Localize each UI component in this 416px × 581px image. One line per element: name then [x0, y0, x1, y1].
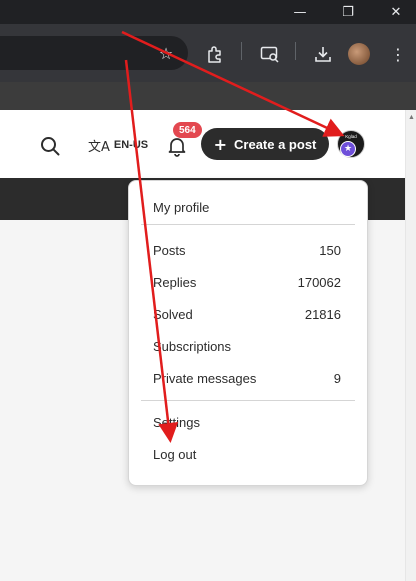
menu-item-log-out[interactable]: Log out: [129, 440, 367, 468]
menu-item-count: 150: [319, 242, 341, 258]
menu-item-label: Private messages: [153, 370, 257, 386]
menu-item-posts[interactable]: Posts 150: [129, 236, 367, 264]
bookmarks-bar: [0, 82, 416, 110]
menu-item-replies[interactable]: Replies 170062: [129, 268, 367, 296]
search-icon[interactable]: [38, 134, 62, 158]
menu-divider: [141, 224, 355, 225]
menu-item-count: 9: [333, 370, 341, 386]
menu-item-label: My profile: [153, 199, 210, 215]
toolbar-divider: [241, 42, 242, 60]
star-icon[interactable]: ☆: [155, 42, 177, 64]
language-label: EN-US: [113, 139, 149, 151]
profile-dropdown-menu: My profile Posts 150 Replies 170062 Solv…: [128, 180, 368, 486]
translate-icon: 文A: [88, 139, 110, 155]
toolbar-divider: [295, 42, 296, 60]
extensions-icon[interactable]: [203, 42, 227, 66]
close-window-button[interactable]: ✕: [376, 0, 416, 24]
user-avatar-text: Kglad: [345, 134, 357, 139]
minimize-button[interactable]: —: [280, 0, 320, 24]
rank-star-icon: ★: [340, 141, 356, 157]
menu-item-private-messages[interactable]: Private messages 9: [129, 364, 367, 392]
kebab-menu-icon[interactable]: ⋮: [388, 42, 408, 66]
menu-item-solved[interactable]: Solved 21816: [129, 300, 367, 328]
plus-icon: +: [213, 134, 228, 154]
menu-item-label: Posts: [153, 242, 186, 258]
page-scrollbar[interactable]: ▲: [405, 110, 416, 581]
menu-item-settings[interactable]: Settings: [129, 408, 367, 436]
menu-item-label: Subscriptions: [153, 338, 232, 354]
language-selector[interactable]: 文A EN-US: [88, 134, 148, 156]
browser-profile-avatar[interactable]: [348, 43, 370, 65]
scroll-up-arrow-icon[interactable]: ▲: [406, 114, 416, 121]
create-post-button[interactable]: + Create a post: [201, 128, 329, 160]
menu-item-label: Replies: [153, 274, 197, 290]
menu-item-label: Solved: [153, 306, 193, 322]
reading-mode-icon[interactable]: [258, 42, 282, 66]
menu-item-label: Settings: [153, 414, 200, 430]
download-icon[interactable]: [311, 42, 335, 66]
menu-item-my-profile[interactable]: My profile: [129, 193, 367, 221]
menu-divider: [141, 400, 355, 401]
browser-title-bar: — ❐ ✕: [0, 0, 416, 24]
menu-item-label: Log out: [153, 446, 197, 462]
menu-item-count: 21816: [304, 306, 341, 322]
menu-item-subscriptions[interactable]: Subscriptions: [129, 332, 367, 360]
menu-item-count: 170062: [297, 274, 341, 290]
notification-count-badge: 564: [173, 122, 202, 138]
restore-button[interactable]: ❐: [328, 0, 368, 24]
create-post-label: Create a post: [234, 136, 317, 152]
